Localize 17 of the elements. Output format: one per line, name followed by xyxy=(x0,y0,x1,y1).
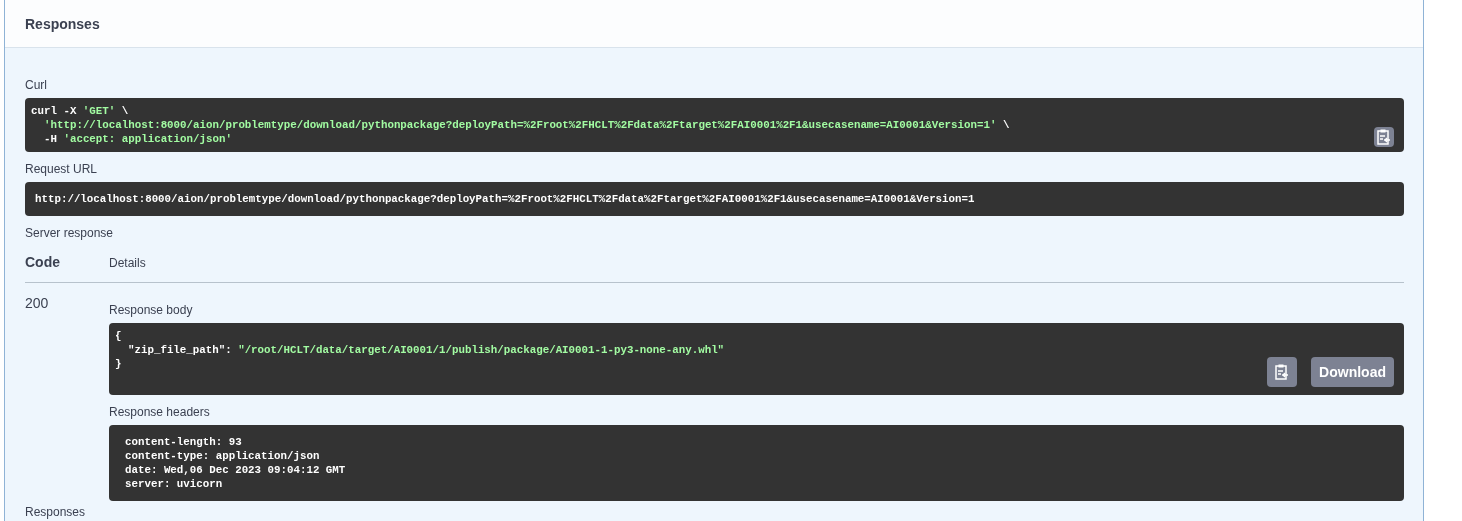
request-url-value: http://localhost:8000/aion/problemtype/download/pythonpackage?deployPath=%2Froot%2FHCLT%2Fdata%2Ftarget%2FAI0001%2F1&usecasename=AI0001&Version=1 xyxy=(25,182,1404,216)
server-response-label: Server response xyxy=(25,226,115,240)
responses-heading: Responses xyxy=(25,506,87,519)
response-body-code-block: { "zip_file_path": "/root/HCLT/data/target/AI0001/1/publish/package/AI0001-1-py3-none-any.whl" } Download xyxy=(109,323,1404,395)
response-headers-label: Response headers xyxy=(109,405,211,419)
download-button[interactable]: Download xyxy=(1311,357,1394,387)
curl-code-block: curl -X 'GET' \ 'http://localhost:8000/aion/problemtype/download/pythonpackage?deployPath=%2Froot%2FHCLT%2Fdata%2Ftarget%2FAI0001%2F1&usecasename=AI0001&Version=1' \ -H 'accept: application/json' xyxy=(25,98,1404,152)
response-body-label: Response body xyxy=(109,303,194,317)
column-header: Code xyxy=(25,254,61,270)
column-header: Details xyxy=(109,255,146,270)
request-url-label: Request URL xyxy=(25,162,99,176)
status-code: 200 xyxy=(25,295,49,311)
copy-icon[interactable] xyxy=(1374,127,1394,147)
section-title: Responses xyxy=(25,15,100,32)
copy-icon[interactable] xyxy=(1267,357,1298,387)
curl-label: Curl xyxy=(25,78,48,92)
response-headers-code-block: content-length: 93 content-type: application/json date: Wed,06 Dec 2023 09:04:12 GMT server: uvicorn xyxy=(109,425,1404,501)
